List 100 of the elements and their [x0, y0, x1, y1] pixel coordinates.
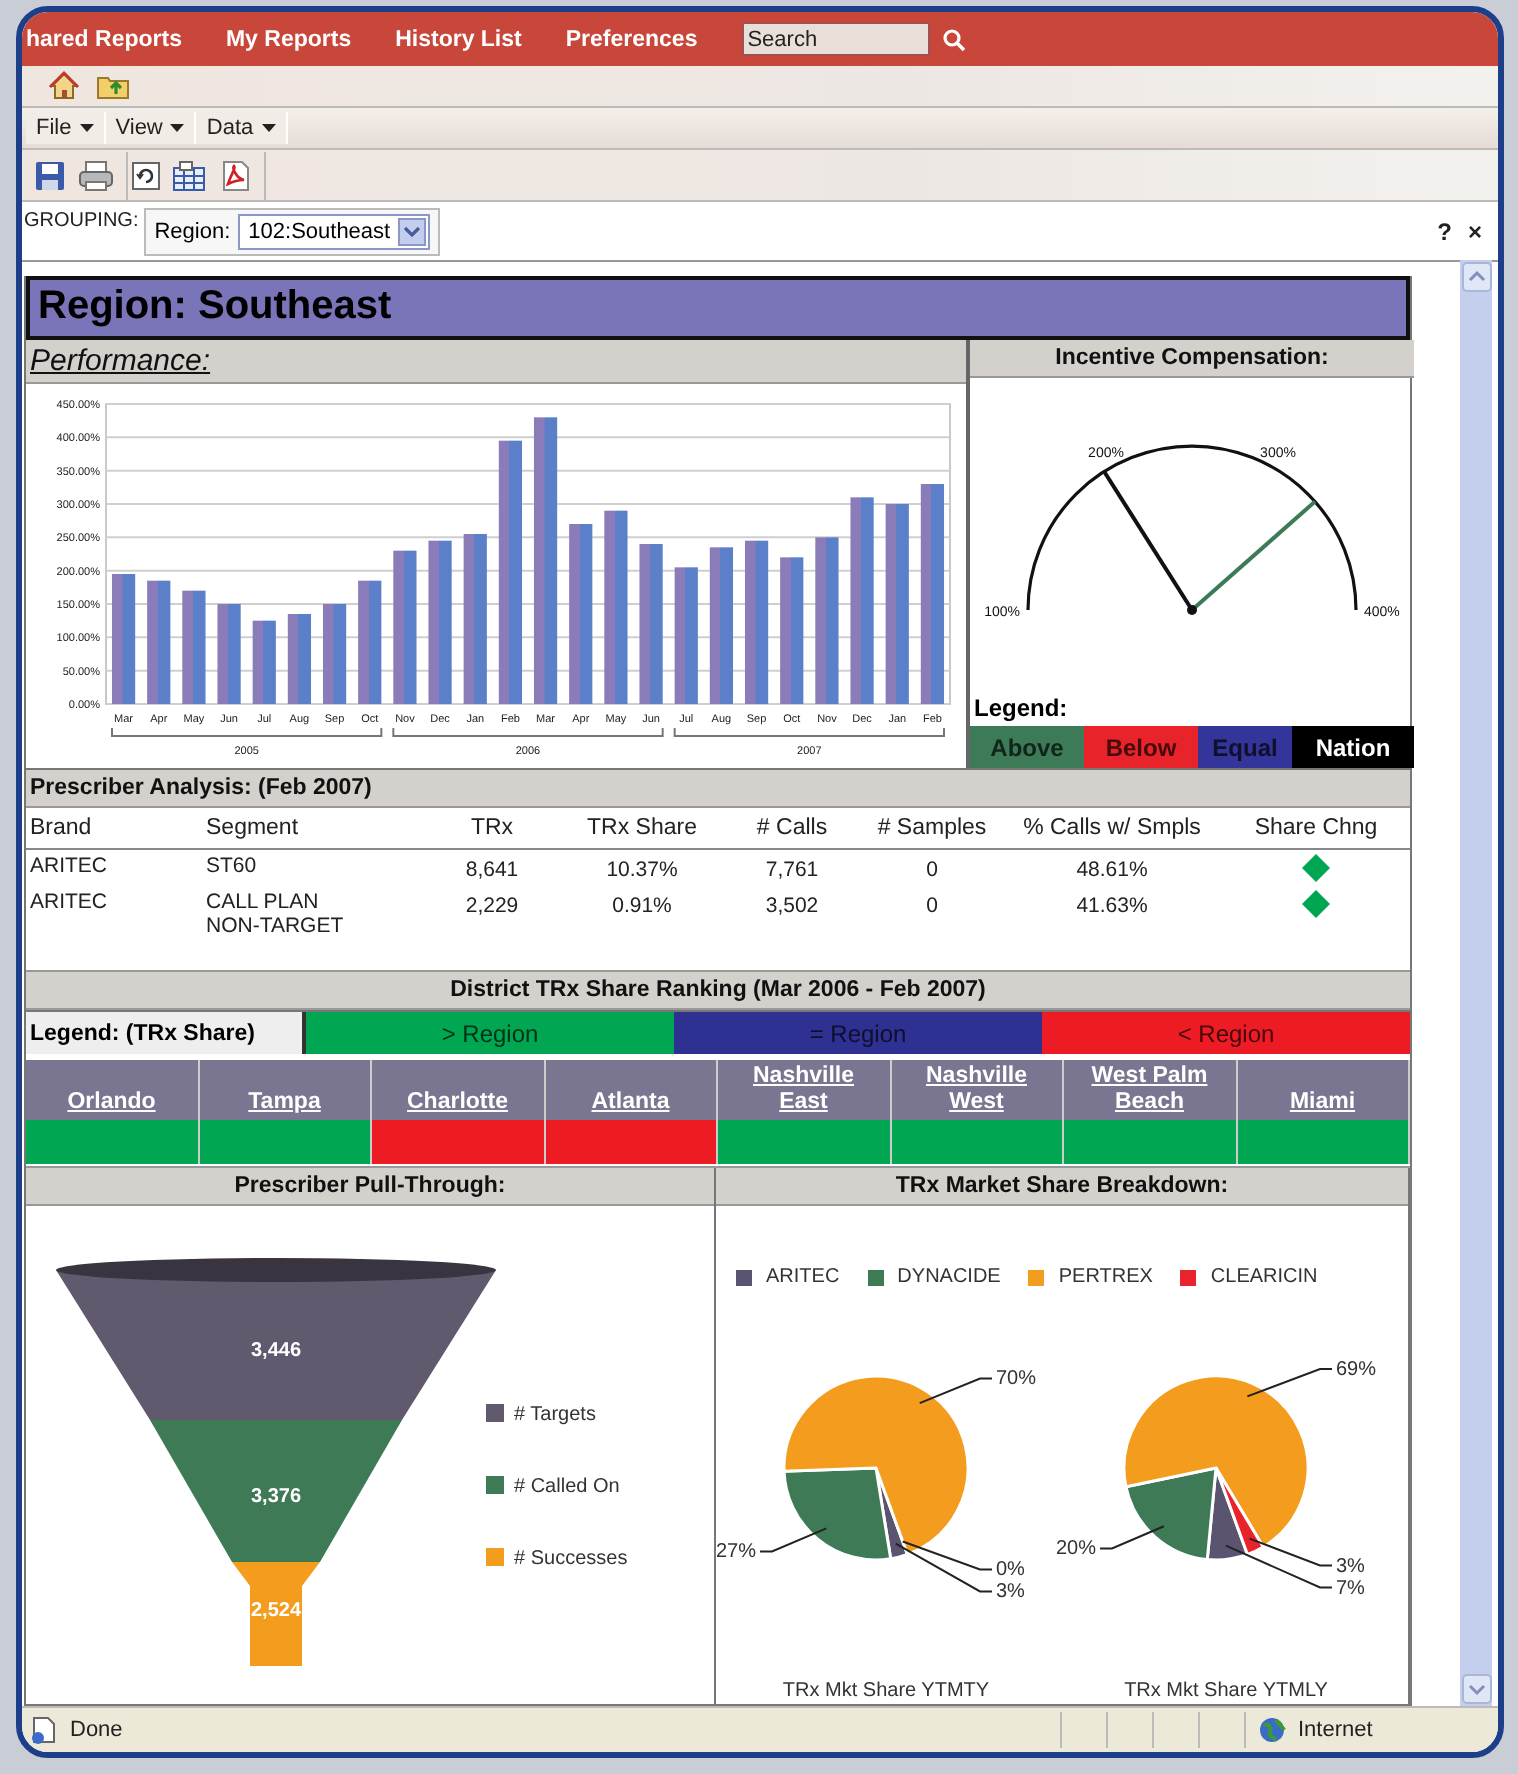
table-cell-text: 7,761: [763, 856, 821, 886]
caret-icon: [170, 124, 185, 132]
refresh-icon[interactable]: [132, 161, 160, 189]
section-header: Prescriber Pull-Through:: [26, 1168, 714, 1206]
print-icon[interactable]: [78, 159, 114, 191]
status-text: Done: [70, 1718, 123, 1742]
legend-label: DYNACIDE: [897, 1266, 1001, 1288]
gauge-hub: [1187, 605, 1197, 615]
data-label: 0%: [996, 1559, 1025, 1582]
legend-swatch: [486, 1548, 504, 1566]
bar: [358, 580, 382, 704]
bar: [674, 567, 698, 704]
section-header: Incentive Compensation:: [970, 340, 1414, 378]
scroll-down-icon[interactable]: [1461, 1674, 1491, 1704]
nav-link[interactable]: hared Reports: [26, 27, 182, 51]
legend-swatch: [486, 1476, 504, 1494]
funnel-value: 2,524: [250, 1600, 302, 1622]
bar: [217, 604, 241, 704]
legend-title: Legend:: [972, 692, 1070, 726]
column-header: # Samples: [862, 808, 1002, 850]
section-header: TRx Market Share Breakdown:: [716, 1168, 1408, 1206]
data-label: 3%: [996, 1581, 1025, 1604]
funnel-value: 3,446: [250, 1340, 302, 1362]
legend-item: > Region: [306, 1012, 674, 1054]
legend-label: ARITEC: [766, 1266, 840, 1288]
caret-icon: [261, 124, 276, 132]
data-label: 69%: [1336, 1359, 1377, 1382]
district-link[interactable]: Nashville East: [732, 1064, 875, 1116]
legend-item: = Region: [674, 1012, 1042, 1054]
data-label: 7%: [1336, 1577, 1365, 1600]
menu-button[interactable]: Data: [196, 112, 288, 144]
column-header: Brand: [26, 808, 202, 850]
legend-swatch: [486, 1404, 504, 1422]
table-cell-text: ARITEC: [28, 852, 110, 882]
table-cell-text: 0: [924, 892, 940, 922]
legend-item: < Region: [1042, 1012, 1410, 1054]
legend-item: Nation: [1292, 726, 1414, 768]
table-cell-text: CALL PLAN NON-TARGET: [204, 888, 346, 942]
globe-icon: [1258, 1716, 1286, 1744]
pdf-icon[interactable]: [220, 159, 252, 191]
bar: [182, 590, 206, 704]
district-link[interactable]: West Palm Beach: [1078, 1064, 1221, 1116]
district-link[interactable]: Tampa: [248, 1090, 321, 1116]
nav-link[interactable]: History List: [395, 27, 522, 51]
data-label: 27%: [716, 1541, 756, 1564]
leader-line: [759, 1527, 828, 1553]
column-header: Share Chng: [1222, 808, 1410, 850]
bar: [147, 580, 171, 704]
search-icon[interactable]: [941, 27, 966, 51]
district-link[interactable]: Orlando: [67, 1090, 156, 1116]
section-header: Prescriber Analysis: (Feb 2007): [26, 770, 1410, 808]
legend-label: CLEARICIN: [1210, 1266, 1318, 1288]
table-cell-text: 10.37%: [604, 856, 680, 886]
table-cell-text: ARITEC: [28, 888, 110, 918]
column-header: # Calls: [722, 808, 862, 850]
bar: [323, 604, 347, 704]
scroll-up-icon[interactable]: [1461, 262, 1491, 292]
column-header: % Calls w/ Smpls: [1002, 808, 1222, 850]
nav-link[interactable]: My Reports: [225, 27, 352, 51]
menu-button[interactable]: View: [105, 112, 197, 144]
table-cell-text: 0: [924, 856, 940, 886]
page-icon: [30, 1716, 58, 1744]
bar: [112, 574, 136, 704]
table-cell-text: 41.63%: [1074, 892, 1150, 922]
data-label: 70%: [996, 1368, 1037, 1391]
funnel-value: 3,376: [250, 1486, 302, 1508]
column-header: TRx: [422, 808, 562, 850]
menu-button[interactable]: File: [26, 112, 106, 144]
save-icon[interactable]: [34, 159, 66, 191]
home-icon[interactable]: [48, 70, 80, 102]
legend-label: # Called On: [514, 1476, 620, 1498]
leader-line: [1246, 1368, 1333, 1398]
legend-item: Below: [1084, 726, 1198, 768]
leader-line: [1099, 1525, 1165, 1550]
section-header: Performance:: [26, 340, 966, 384]
help-button[interactable]: ?: [1433, 217, 1456, 245]
leader-line: [918, 1377, 993, 1405]
data-label: 3%: [1336, 1555, 1365, 1578]
table-cell-text: 8,641: [463, 856, 521, 886]
security-zone: Internet: [1298, 1718, 1373, 1742]
table-cell-text: 2,229: [463, 892, 521, 922]
table-export-icon[interactable]: [172, 159, 208, 191]
chart-title: TRx Mkt Share YTMLY: [1124, 1680, 1328, 1702]
table-cell-text: 3,502: [763, 892, 821, 922]
region-select[interactable]: 102:Southeast: [238, 213, 431, 249]
bar: [287, 614, 311, 704]
data-label: 20%: [1056, 1538, 1096, 1561]
nav-link[interactable]: Preferences: [565, 27, 698, 51]
legend-label: # Successes: [514, 1548, 628, 1570]
column-header: Segment: [202, 808, 422, 850]
chart-title: TRx Mkt Share YTMTY: [782, 1680, 990, 1702]
district-link[interactable]: Atlanta: [591, 1090, 670, 1116]
close-button[interactable]: ×: [1463, 217, 1486, 245]
district-link[interactable]: Miami: [1289, 1090, 1356, 1116]
caret-icon: [79, 124, 94, 132]
section-header: District TRx Share Ranking (Mar 2006 - Feb 2007): [26, 972, 1410, 1010]
district-link[interactable]: Charlotte: [407, 1090, 508, 1116]
district-link[interactable]: Nashville West: [905, 1064, 1048, 1116]
legend-label: PERTREX: [1058, 1266, 1153, 1288]
search-field[interactable]: Search: [741, 22, 930, 56]
